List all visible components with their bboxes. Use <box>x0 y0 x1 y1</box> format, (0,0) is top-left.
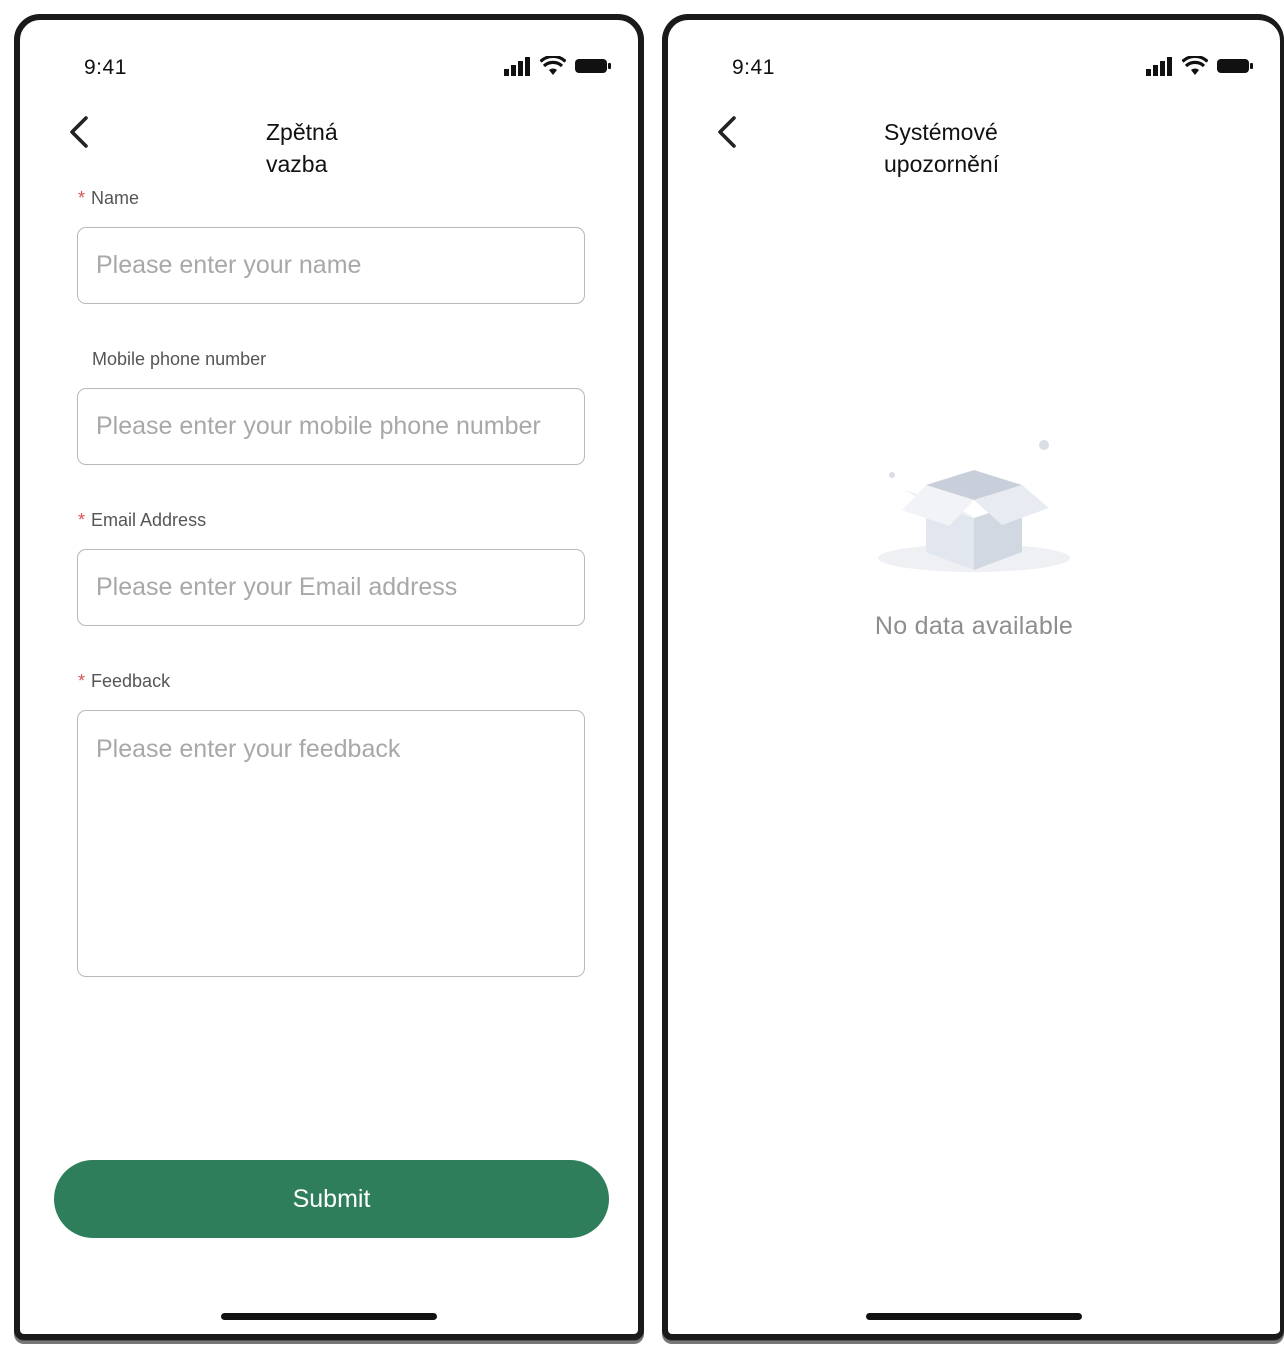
phone-input[interactable] <box>77 388 585 465</box>
name-label: * Name <box>78 188 140 208</box>
back-chevron-icon <box>70 116 88 148</box>
wifi-icon <box>540 56 566 75</box>
required-mark: * <box>78 510 86 530</box>
phone-label: Mobile phone number <box>92 349 267 369</box>
status-icons <box>504 56 614 78</box>
battery-icon <box>1217 59 1253 73</box>
email-label: * Email Address <box>78 510 207 530</box>
status-icons <box>1146 56 1256 78</box>
back-button[interactable] <box>712 112 748 152</box>
email-input[interactable] <box>77 549 585 626</box>
empty-state-text: No data available <box>874 612 1074 640</box>
submit-button[interactable]: Submit <box>54 1160 609 1238</box>
home-indicator[interactable] <box>866 1313 1082 1320</box>
feedback-textarea[interactable] <box>77 710 585 977</box>
back-chevron-icon <box>718 116 736 148</box>
page-title: Zpětná vazba <box>266 119 338 177</box>
status-time: 9:41 <box>84 56 127 79</box>
battery-icon <box>575 59 611 73</box>
required-mark: * <box>78 188 86 208</box>
notifications-screen: 9:41 Systémové upozornění No data availa… <box>662 14 1284 1340</box>
status-time: 9:41 <box>732 56 775 79</box>
empty-box-icon <box>878 440 1070 572</box>
name-input[interactable] <box>77 227 585 304</box>
signal-icon <box>1146 57 1172 76</box>
feedback-screen: 9:41 Zpětná vazba *Name Mobile phone num… <box>14 14 644 1340</box>
required-mark: * <box>78 671 86 691</box>
wifi-icon <box>1182 56 1208 75</box>
back-button[interactable] <box>64 112 100 152</box>
feedback-label: * Feedback <box>78 671 171 691</box>
home-indicator[interactable] <box>221 1313 437 1320</box>
page-title: Systémové upozornění <box>884 119 1000 177</box>
signal-icon <box>504 57 530 76</box>
